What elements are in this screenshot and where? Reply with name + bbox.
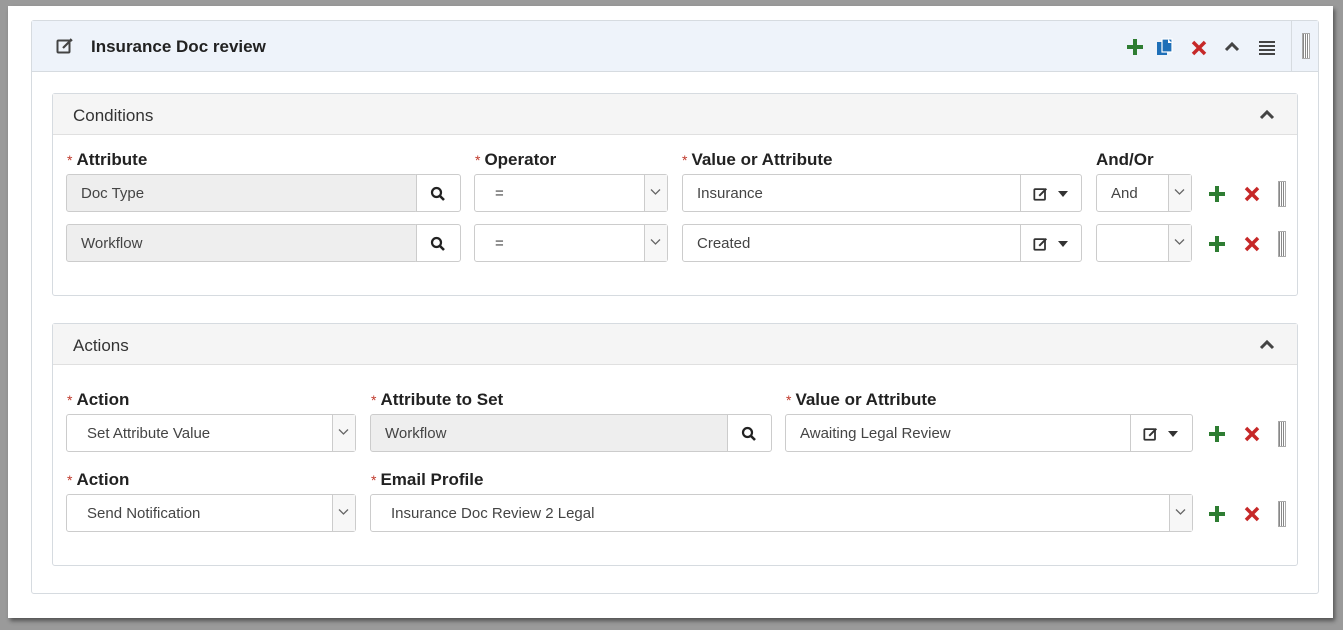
operator-select[interactable]: = xyxy=(474,174,668,212)
andor-select[interactable] xyxy=(1096,224,1192,262)
chevron-down-icon xyxy=(332,495,355,531)
andor-select[interactable]: And xyxy=(1096,174,1192,212)
action-value-field[interactable]: Awaiting Legal Review xyxy=(785,414,1132,452)
andor-header: And/Or xyxy=(1096,150,1154,169)
rule-title: Insurance Doc review xyxy=(91,37,266,56)
close-icon[interactable] xyxy=(1243,185,1261,203)
drag-handle-icon[interactable] xyxy=(1278,501,1286,527)
close-icon[interactable] xyxy=(1243,425,1261,443)
value-mode-dropdown[interactable] xyxy=(1020,174,1082,212)
plus-icon[interactable] xyxy=(1208,235,1226,253)
menu-icon[interactable] xyxy=(1258,39,1276,57)
operator-header: * Operator xyxy=(475,150,557,169)
value-field[interactable]: Created xyxy=(682,224,1022,262)
chevron-up-icon[interactable] xyxy=(1258,106,1276,124)
plus-icon[interactable] xyxy=(1208,185,1226,203)
value-or-attribute-label: * Value or Attribute xyxy=(786,390,937,409)
attribute-to-set-label: * Attribute to Set xyxy=(371,390,504,409)
caret-down-icon xyxy=(1168,431,1178,437)
value-mode-dropdown[interactable] xyxy=(1130,414,1193,452)
header-divider xyxy=(1291,21,1292,71)
drag-handle-icon[interactable] xyxy=(1278,421,1286,447)
email-profile-label: * Email Profile xyxy=(371,470,484,489)
value-header: * Value or Attribute xyxy=(682,150,833,169)
attribute-search-button[interactable] xyxy=(416,174,461,212)
edit-icon xyxy=(1143,427,1158,441)
chevron-up-icon[interactable] xyxy=(1258,336,1276,354)
rule-header: Insurance Doc review xyxy=(32,21,1318,72)
drag-handle-icon[interactable] xyxy=(1302,33,1310,59)
attribute-header: * Attribute xyxy=(67,150,148,169)
chevron-down-icon xyxy=(1168,225,1191,261)
search-icon xyxy=(430,236,445,251)
email-profile-select[interactable]: Insurance Doc Review 2 Legal xyxy=(370,494,1193,532)
action-label: * Action xyxy=(67,470,130,489)
edit-icon xyxy=(1033,237,1048,251)
actions-title: Actions xyxy=(73,336,129,355)
chevron-down-icon xyxy=(644,175,667,211)
actions-panel-header[interactable]: Actions xyxy=(53,324,1297,365)
caret-down-icon xyxy=(1058,241,1068,247)
operator-select[interactable]: = xyxy=(474,224,668,262)
plus-icon[interactable] xyxy=(1208,505,1226,523)
drag-handle-icon[interactable] xyxy=(1278,181,1286,207)
chevron-down-icon xyxy=(1168,175,1191,211)
close-icon[interactable] xyxy=(1243,505,1261,523)
attribute-to-set-field[interactable]: Workflow xyxy=(370,414,729,452)
edit-icon xyxy=(56,38,73,54)
attribute-search-button[interactable] xyxy=(727,414,772,452)
drag-handle-icon[interactable] xyxy=(1278,231,1286,257)
attribute-field[interactable]: Doc Type xyxy=(66,174,418,212)
conditions-title: Conditions xyxy=(73,106,154,125)
close-icon[interactable] xyxy=(1243,235,1261,253)
close-icon[interactable] xyxy=(1190,39,1208,57)
plus-icon[interactable] xyxy=(1126,38,1144,56)
copy-icon[interactable] xyxy=(1156,38,1174,56)
action-select[interactable]: Set Attribute Value xyxy=(66,414,356,452)
attribute-field[interactable]: Workflow xyxy=(66,224,418,262)
plus-icon[interactable] xyxy=(1208,425,1226,443)
chevron-down-icon xyxy=(644,225,667,261)
attribute-search-button[interactable] xyxy=(416,224,461,262)
conditions-panel-header[interactable]: Conditions xyxy=(53,94,1297,135)
action-select[interactable]: Send Notification xyxy=(66,494,356,532)
search-icon xyxy=(741,426,756,441)
chevron-down-icon xyxy=(1169,495,1192,531)
value-field[interactable]: Insurance xyxy=(682,174,1022,212)
chevron-down-icon xyxy=(332,415,355,451)
edit-icon xyxy=(1033,187,1048,201)
action-label: * Action xyxy=(67,390,130,409)
search-icon xyxy=(430,186,445,201)
chevron-up-icon[interactable] xyxy=(1223,38,1241,56)
caret-down-icon xyxy=(1058,191,1068,197)
value-mode-dropdown[interactable] xyxy=(1020,224,1082,262)
